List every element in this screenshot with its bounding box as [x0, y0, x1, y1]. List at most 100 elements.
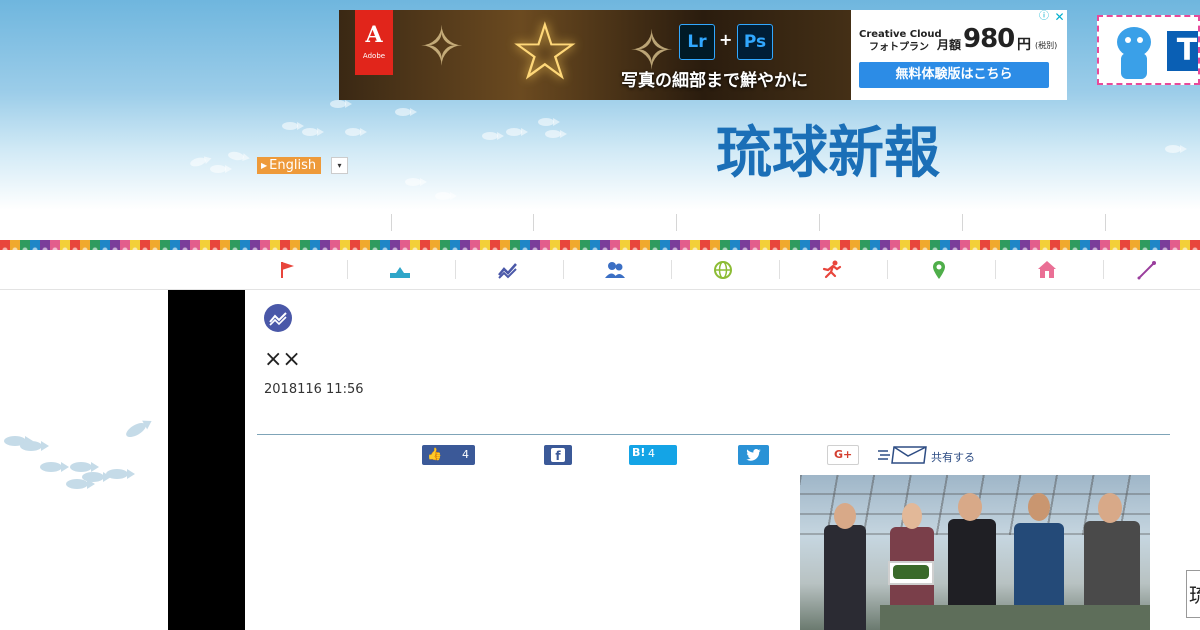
- fish-decoration: [435, 192, 457, 200]
- site-logo[interactable]: 琉球新報: [716, 118, 940, 188]
- ad-price-label: 月額: [937, 38, 962, 52]
- location-pin-icon[interactable]: [927, 258, 951, 282]
- hatena-count: 4: [648, 447, 655, 460]
- fish-decoration: [330, 100, 352, 108]
- mascot-character: [1113, 21, 1153, 81]
- photoshop-icon: Ps: [737, 24, 773, 60]
- left-sidebar-black: [168, 290, 245, 630]
- fish-decoration: [482, 132, 504, 140]
- pen-icon[interactable]: [1135, 258, 1159, 282]
- plus-sign: +: [719, 30, 733, 49]
- header-separator: [391, 214, 392, 231]
- thumbs-up-icon: 👍: [427, 447, 442, 461]
- aquaculture-tank: [880, 605, 1150, 630]
- mail-share-label[interactable]: 共有する: [931, 449, 975, 465]
- ad-price: 980: [963, 24, 1015, 54]
- category-separator: [671, 260, 672, 279]
- mail-share-icon[interactable]: [878, 445, 930, 465]
- fish-decoration: [20, 441, 49, 451]
- header-separator: [533, 214, 534, 231]
- ad-product-line1: Creative Cloud: [859, 29, 942, 40]
- fish-decoration: [106, 469, 135, 479]
- article-title: ××: [264, 347, 301, 372]
- ad-price-panel: Creative Cloud フォトプラン 月額 980 円 (税別) 無料体験…: [851, 10, 1067, 100]
- category-separator: [455, 260, 456, 279]
- fish-decoration: [123, 420, 149, 440]
- angel-light-decoration: ✧: [419, 15, 465, 78]
- seaweed-tray: [888, 561, 934, 585]
- fish-decoration: [66, 479, 95, 489]
- fish-decoration: [210, 165, 232, 173]
- header-separator: [962, 214, 963, 231]
- ad-close-icon[interactable]: ✕: [1052, 10, 1067, 24]
- ad-product-line2: フォトプラン: [869, 42, 929, 53]
- globe-icon[interactable]: [711, 258, 735, 282]
- header-separator: [819, 214, 820, 231]
- category-separator: [347, 260, 348, 279]
- google-plus-icon: G+: [834, 448, 853, 461]
- people-icon[interactable]: [603, 258, 627, 282]
- adobe-wordmark: Adobe: [362, 52, 386, 60]
- t-logo-icon: T: [1167, 31, 1198, 71]
- category-separator: [779, 260, 780, 279]
- ad-tagline: 写真の細部まで鮮やかに: [621, 71, 808, 91]
- facebook-share-button[interactable]: f: [544, 445, 572, 465]
- category-separator: [563, 260, 564, 279]
- floating-logo-tab[interactable]: 琉: [1186, 570, 1200, 618]
- ad-tax-note: (税別): [1035, 41, 1058, 50]
- fish-decoration: [40, 462, 69, 472]
- fish-decoration: [345, 128, 367, 136]
- header-separator: [1105, 214, 1106, 231]
- category-nav: [0, 250, 1200, 290]
- sports-runner-icon[interactable]: [819, 258, 843, 282]
- hatena-bookmark-button[interactable]: B! 4: [629, 445, 677, 465]
- fish-decoration: [405, 178, 427, 186]
- house-icon[interactable]: [1035, 258, 1059, 282]
- fish-decoration: [302, 128, 324, 136]
- header-separator: [676, 214, 677, 231]
- category-separator: [1103, 260, 1104, 279]
- advertisement-banner[interactable]: ✧ ☆ ✧ A Adobe Lr + Ps 写真の細部まで鮮やかに Creati…: [339, 10, 1067, 100]
- language-dropdown-button[interactable]: ▾: [331, 157, 348, 174]
- lightroom-icon: Lr: [679, 24, 715, 60]
- person-head: [1028, 493, 1050, 521]
- article-date: 2018116 11:56: [264, 382, 364, 397]
- article-divider: [257, 434, 1170, 435]
- fish-decoration: [395, 108, 417, 116]
- twitter-bird-icon: [746, 449, 761, 461]
- fish-decoration: [506, 128, 528, 136]
- economy-category-icon[interactable]: [264, 304, 292, 332]
- ad-price-currency: 円: [1017, 37, 1031, 53]
- flag-icon[interactable]: [276, 258, 300, 282]
- play-arrow-icon: ▶: [261, 161, 268, 170]
- star-light-decoration: ☆: [509, 10, 581, 98]
- article-photo[interactable]: [800, 475, 1150, 630]
- ad-free-trial-button[interactable]: 無料体験版はこちら: [859, 62, 1049, 88]
- wave-pattern-stripe: [0, 240, 1200, 250]
- person-head: [902, 503, 922, 529]
- english-link[interactable]: ▶ English: [257, 157, 322, 174]
- person-head: [958, 493, 982, 521]
- economy-chart-icon[interactable]: [496, 258, 520, 282]
- person-head: [1098, 493, 1122, 523]
- facebook-icon: f: [551, 448, 565, 463]
- person-figure: [824, 525, 866, 630]
- city-building-icon[interactable]: [388, 258, 412, 282]
- category-separator: [887, 260, 888, 279]
- ad-product-name: Creative Cloud フォトプラン: [859, 28, 942, 54]
- adobe-a-icon: A: [365, 22, 383, 48]
- google-plus-button[interactable]: G+: [827, 445, 859, 465]
- like-count: 4: [462, 448, 469, 461]
- fish-decoration: [189, 156, 207, 168]
- person-head: [834, 503, 856, 529]
- ad-info-icon[interactable]: ⓘ: [1037, 10, 1051, 24]
- fish-decoration: [282, 122, 304, 130]
- adobe-logo: A Adobe: [355, 10, 393, 75]
- facebook-like-button[interactable]: 👍 4: [422, 445, 475, 465]
- side-advertisement[interactable]: T: [1097, 15, 1200, 85]
- fish-decoration: [1165, 145, 1187, 153]
- fish-decoration: [227, 150, 245, 162]
- english-label: English: [269, 158, 317, 173]
- fish-decoration: [545, 130, 567, 138]
- twitter-share-button[interactable]: [738, 445, 769, 465]
